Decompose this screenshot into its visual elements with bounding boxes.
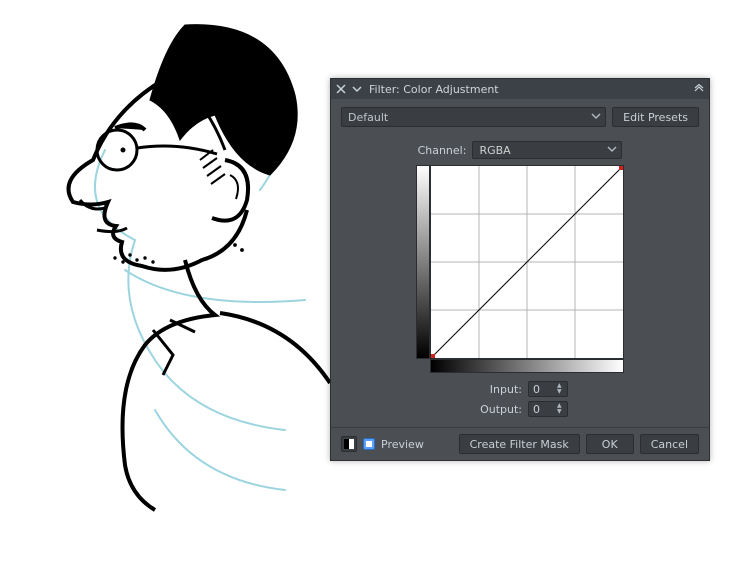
channel-selected: RGBA	[479, 144, 510, 157]
preset-selected: Default	[348, 111, 388, 124]
chevron-down-icon	[591, 111, 601, 124]
output-spinbox[interactable]: 0 ▲▼	[528, 401, 568, 417]
output-value: 0	[533, 403, 540, 416]
stepper-icon[interactable]: ▲▼	[557, 402, 565, 416]
curve-editor[interactable]	[430, 165, 624, 359]
chevron-down-icon	[607, 144, 617, 157]
chevron-down-icon[interactable]	[351, 83, 363, 95]
preview-checkbox[interactable]	[363, 438, 375, 450]
collapse-up-icon[interactable]	[693, 83, 705, 95]
titlebar[interactable]: Filter: Color Adjustment	[331, 79, 709, 99]
split-view-button[interactable]	[341, 436, 357, 452]
close-icon[interactable]	[335, 83, 347, 95]
split-view-icon	[344, 439, 354, 449]
ok-button[interactable]: OK	[586, 434, 634, 454]
horizontal-gradient	[430, 359, 624, 373]
input-label: Input:	[472, 383, 522, 396]
input-value: 0	[533, 383, 540, 396]
edit-presets-button[interactable]: Edit Presets	[612, 107, 699, 127]
dialog-title: Filter: Color Adjustment	[367, 83, 689, 96]
output-label: Output:	[472, 403, 522, 416]
create-filter-mask-button[interactable]: Create Filter Mask	[459, 434, 580, 454]
preview-label: Preview	[381, 438, 424, 451]
preset-dropdown[interactable]: Default	[341, 107, 606, 127]
channel-label: Channel:	[418, 144, 467, 157]
curve-handle[interactable]	[619, 166, 623, 170]
cancel-button[interactable]: Cancel	[640, 434, 699, 454]
curve-handle[interactable]	[431, 354, 435, 358]
canvas-artwork	[35, 0, 355, 520]
filter-dialog: Filter: Color Adjustment Default Edit Pr…	[330, 78, 710, 461]
channel-dropdown[interactable]: RGBA	[472, 141, 622, 159]
stepper-icon[interactable]: ▲▼	[557, 382, 565, 396]
input-spinbox[interactable]: 0 ▲▼	[528, 381, 568, 397]
vertical-gradient	[416, 165, 430, 359]
